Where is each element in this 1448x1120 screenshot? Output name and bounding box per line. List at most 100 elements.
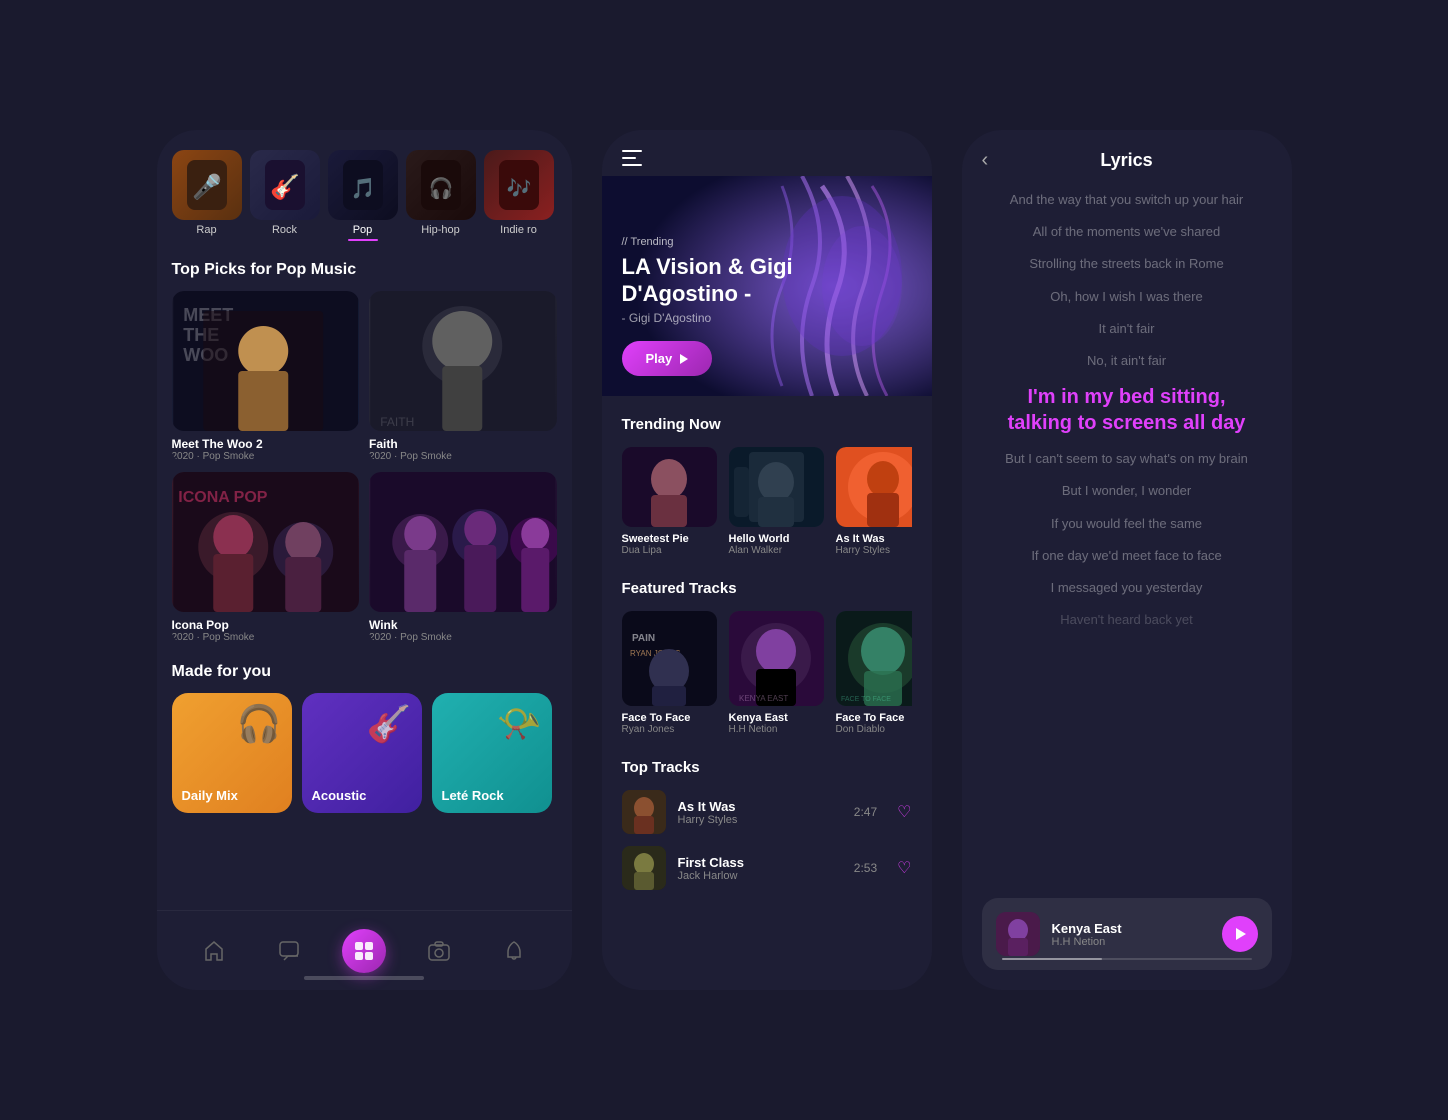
mfy-lete[interactable]: 📯 Leté Rock	[432, 693, 552, 813]
featured-artist-face-to-face1: Ryan Jones	[622, 724, 717, 735]
mfy-lete-label: Leté Rock	[442, 788, 504, 803]
featured-card-face-to-face2[interactable]: FACE TO FACE Face To Face Don Diablo	[836, 611, 912, 735]
trending-name-hello-world: Hello World	[729, 533, 824, 545]
track-artist-first-class: Jack Harlow	[678, 870, 842, 882]
lyric-line-12: I messaged you yesterday	[1051, 579, 1203, 597]
mfy-daily[interactable]: 🎧 Daily Mix	[172, 693, 292, 813]
np-name: Kenya East	[1052, 921, 1210, 936]
trending-now-title: Trending Now	[622, 416, 912, 433]
genre-label-rock: Rock	[250, 224, 320, 236]
album-card-wink[interactable]: Wink 2020 · Pop Smoke	[369, 472, 557, 643]
featured-card-kenya-east[interactable]: KENYA EAST Kenya East H.H Netion	[729, 611, 824, 735]
top-tracks-title: Top Tracks	[622, 759, 912, 776]
lyrics-lines: And the way that you switch up your hair…	[982, 191, 1272, 970]
trending-artist-sweetest-pie: Dua Lipa	[622, 545, 717, 556]
featured-name-face-to-face2: Face To Face	[836, 712, 912, 724]
trending-name-as-it-was: As It Was	[836, 533, 912, 545]
svg-text:🎸: 🎸	[270, 173, 300, 201]
album-card-meet-woo[interactable]: MEET THE WOO Meet The Woo 2 2020 · Pop S…	[172, 291, 360, 462]
genre-scroll: 🎤 Rap 🎸 Rock 🎵 Pop 🎧 Hip-hop 🎶	[157, 150, 572, 241]
mfy-acoustic-label: Acoustic	[312, 788, 367, 803]
top-tracks-list: As It Was Harry Styles 2:47 ♡ First Clas…	[622, 790, 912, 890]
track-name-as-it-was: As It Was	[678, 799, 842, 814]
nav-indicator	[304, 976, 424, 980]
svg-text:PAIN: PAIN	[632, 633, 655, 644]
hero-content: // Trending LA Vision & Gigi D'Agostino …	[622, 236, 912, 376]
middle-header	[602, 130, 932, 166]
trending-card-hello-world[interactable]: Hello World Alan Walker	[729, 447, 824, 556]
track-row-first-class[interactable]: First Class Jack Harlow 2:53 ♡	[622, 846, 912, 890]
svg-text:🎶: 🎶	[506, 177, 531, 200]
lyric-line-5: It ain't fair	[1099, 320, 1155, 338]
svg-text:🎤: 🎤	[192, 172, 222, 201]
trending-card-sweetest-pie[interactable]: Sweetest Pie Dua Lipa	[622, 447, 717, 556]
featured-artist-face-to-face2: Don Diablo	[836, 724, 912, 735]
left-phone: 🎤 Rap 🎸 Rock 🎵 Pop 🎧 Hip-hop 🎶	[157, 130, 572, 990]
svg-text:FACE TO FACE: FACE TO FACE	[841, 696, 891, 703]
nav-home[interactable]	[192, 929, 236, 973]
nav-bell[interactable]	[492, 929, 536, 973]
nav-chat[interactable]	[267, 929, 311, 973]
lyric-line-3: Strolling the streets back in Rome	[1029, 255, 1223, 273]
mfy-daily-label: Daily Mix	[182, 788, 238, 803]
track-row-as-it-was[interactable]: As It Was Harry Styles 2:47 ♡	[622, 790, 912, 834]
heart-icon-as-it-was[interactable]: ♡	[897, 802, 911, 822]
genre-item-rap[interactable]: 🎤 Rap	[172, 150, 242, 241]
hero-title: LA Vision & Gigi D'Agostino -	[622, 254, 912, 307]
np-play-button[interactable]	[1222, 916, 1258, 952]
back-button[interactable]: ‹	[982, 149, 989, 172]
hamburger-menu[interactable]	[622, 150, 642, 166]
album-card-icona-pop[interactable]: ICONA POP Icona Pop 2020 · Pop Smoke	[172, 472, 360, 643]
album-meta-icona-pop: 2020 · Pop Smoke	[172, 632, 360, 643]
headphones-icon: 🎧	[237, 703, 282, 745]
made-for-you-scroll: 🎧 Daily Mix 🎸 Acoustic 📯 Leté Rock	[157, 693, 572, 813]
genre-item-rock[interactable]: 🎸 Rock	[250, 150, 320, 241]
guitar-icon: 🎸	[367, 703, 412, 745]
lyric-line-9: But I wonder, I wonder	[1062, 482, 1191, 500]
middle-content: Trending Now Sweetest Pie Dua Lipa	[602, 396, 932, 910]
featured-card-face-to-face1[interactable]: PAIN RYAN JONES Face To Face Ryan Jones	[622, 611, 717, 735]
genre-label-pop: Pop	[328, 224, 398, 236]
trending-artist-hello-world: Alan Walker	[729, 545, 824, 556]
lyrics-header: ‹ Lyrics	[982, 150, 1272, 171]
progress-bar	[1002, 958, 1252, 960]
lyrics-title: Lyrics	[1100, 150, 1152, 171]
featured-tracks-title: Featured Tracks	[622, 580, 912, 597]
lyric-line-13: Haven't heard back yet	[1060, 611, 1193, 629]
album-meta-faith: 2020 · Pop Smoke	[369, 451, 557, 462]
now-playing-bar: Kenya East H.H Netion	[982, 898, 1272, 970]
featured-scroll: PAIN RYAN JONES Face To Face Ryan Jones	[622, 611, 912, 735]
trending-name-sweetest-pie: Sweetest Pie	[622, 533, 717, 545]
album-card-faith[interactable]: FAITH Faith 2020 · Pop Smoke	[369, 291, 557, 462]
mfy-acoustic[interactable]: 🎸 Acoustic	[302, 693, 422, 813]
featured-artist-kenya-east: H.H Netion	[729, 724, 824, 735]
lyric-line-4: Oh, how I wish I was there	[1050, 288, 1202, 306]
trending-label: // Trending	[622, 236, 912, 248]
svg-text:KENYA EAST: KENYA EAST	[739, 694, 788, 703]
genre-item-hiphop[interactable]: 🎧 Hip-hop	[406, 150, 476, 241]
nav-library[interactable]	[342, 929, 386, 973]
track-duration-as-it-was: 2:47	[854, 805, 877, 819]
svg-text:ICONA POP: ICONA POP	[178, 489, 268, 506]
track-name-first-class: First Class	[678, 855, 842, 870]
trending-card-as-it-was[interactable]: As It Was Harry Styles	[836, 447, 912, 556]
progress-fill	[1002, 958, 1102, 960]
genre-item-pop[interactable]: 🎵 Pop	[328, 150, 398, 241]
heart-icon-first-class[interactable]: ♡	[897, 858, 911, 878]
svg-text:🎵: 🎵	[350, 177, 375, 200]
lyric-line-1: And the way that you switch up your hair	[1010, 191, 1243, 209]
lyric-line-8: But I can't seem to say what's on my bra…	[1005, 450, 1248, 468]
hero-artist: - Gigi D'Agostino	[622, 311, 912, 325]
np-play-icon	[1236, 928, 1246, 940]
top-picks-title: Top Picks for Pop Music	[157, 261, 572, 279]
album-title-wink: Wink	[369, 618, 557, 632]
album-title-meet-woo: Meet The Woo 2	[172, 437, 360, 451]
play-button[interactable]: Play	[622, 341, 713, 376]
svg-text:🎧: 🎧	[428, 176, 453, 200]
nav-camera[interactable]	[417, 929, 461, 973]
featured-name-face-to-face1: Face To Face	[622, 712, 717, 724]
hero-banner: // Trending LA Vision & Gigi D'Agostino …	[602, 176, 932, 396]
album-meta-meet-woo: 2020 · Pop Smoke	[172, 451, 360, 462]
genre-item-indie[interactable]: 🎶 Indie ro	[484, 150, 554, 241]
svg-text:FAITH: FAITH	[380, 415, 414, 429]
